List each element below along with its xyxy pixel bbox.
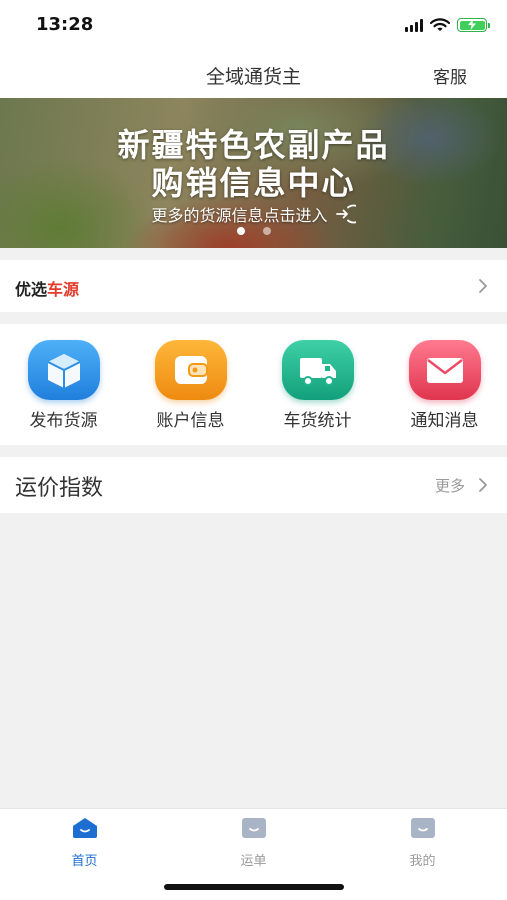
status-bar: 13:28: [0, 0, 507, 50]
truck-icon: [281, 340, 354, 400]
chevron-right-icon: [479, 279, 487, 293]
status-time: 13:28: [36, 14, 94, 35]
notifications-button[interactable]: 通知消息: [381, 340, 507, 431]
enter-arrow-icon: [335, 204, 356, 224]
freight-index-header: 运价指数 更多: [0, 457, 507, 513]
top-header: 13:28 全域通货主 客服: [0, 0, 507, 98]
cellular-signal-icon: [405, 18, 423, 32]
tab-home[interactable]: 首页: [0, 817, 169, 869]
quick-action-label: 通知消息: [410, 411, 479, 431]
banner-subtitle: 更多的货源信息点击进入: [151, 206, 328, 225]
cargo-stats-button[interactable]: 车货统计: [254, 340, 381, 431]
featured-vehicles-row[interactable]: 优选车源: [0, 260, 507, 312]
wallet-icon: [154, 340, 227, 400]
quick-action-label: 车货统计: [283, 411, 352, 431]
quick-actions-grid: 发布货源 账户信息 车货统计 通知消息: [0, 324, 507, 445]
profile-tab-icon: [410, 818, 435, 838]
page-title: 全域通货主: [205, 66, 301, 88]
quick-action-label: 发布货源: [29, 411, 98, 431]
freight-index-more-link[interactable]: 更多: [435, 475, 465, 496]
charging-bolt-icon: [468, 19, 476, 30]
tab-label: 首页: [71, 854, 98, 869]
featured-label-part2: 车源: [47, 280, 80, 299]
publish-cargo-button[interactable]: 发布货源: [0, 340, 127, 431]
quick-action-label: 账户信息: [156, 411, 225, 431]
tab-profile[interactable]: 我的: [338, 817, 507, 869]
status-icons: [405, 17, 490, 33]
chevron-right-icon[interactable]: [478, 477, 488, 493]
account-info-button[interactable]: 账户信息: [127, 340, 254, 431]
tab-label: 我的: [409, 854, 436, 869]
home-indicator[interactable]: [164, 884, 344, 890]
banner-subtitle-row[interactable]: 更多的货源信息点击进入: [0, 202, 507, 226]
cube-icon: [27, 340, 100, 400]
home-tab-icon: [72, 818, 97, 838]
carousel-dot[interactable]: [262, 227, 271, 235]
banner-title-line2: 购销信息中心: [151, 164, 356, 202]
featured-label-part1: 优选: [15, 280, 48, 299]
mail-icon: [408, 340, 481, 400]
waybill-tab-icon: [241, 818, 266, 838]
wifi-icon: [430, 18, 450, 31]
featured-vehicles-label: 优选车源: [15, 276, 79, 300]
freight-index-title: 运价指数: [15, 476, 104, 501]
carousel-dots: [0, 227, 507, 235]
customer-service-button[interactable]: 客服: [433, 63, 467, 88]
tab-label: 运单: [240, 854, 267, 869]
carousel-dot-active[interactable]: [236, 227, 245, 235]
promo-banner[interactable]: 新疆特色农副产品 购销信息中心 更多的货源信息点击进入: [0, 98, 507, 248]
tab-waybill[interactable]: 运单: [169, 817, 338, 869]
battery-icon: [457, 18, 490, 32]
